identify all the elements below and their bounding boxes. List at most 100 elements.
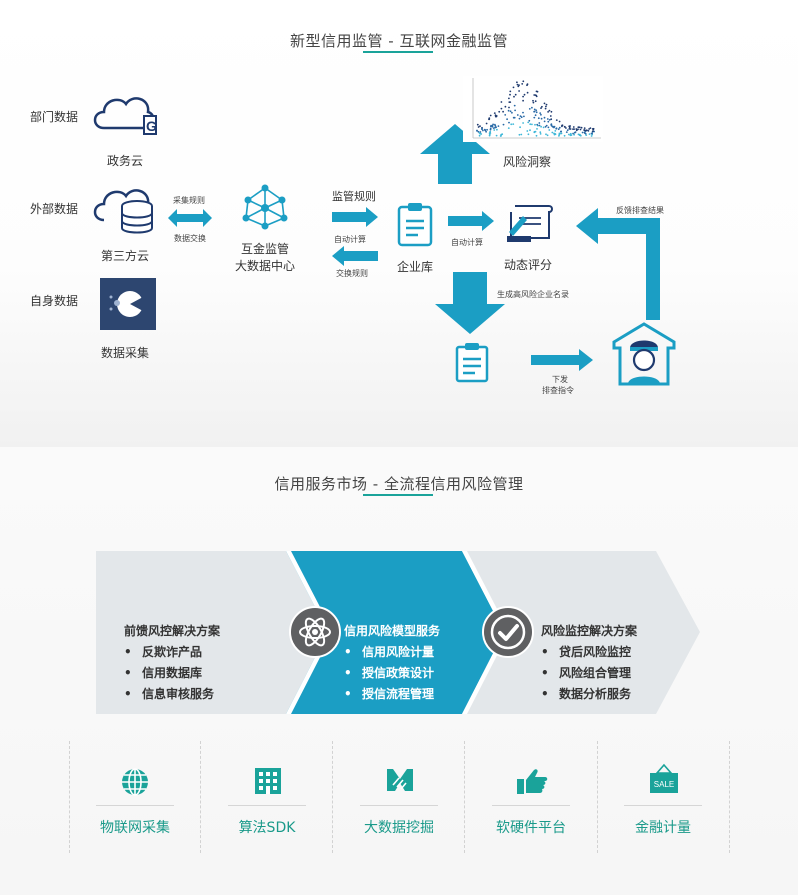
service-item: 风险组合管理 bbox=[541, 663, 637, 684]
scatter-dot bbox=[509, 101, 512, 103]
scatter-dot bbox=[502, 123, 505, 126]
scatter-dot bbox=[527, 133, 530, 136]
scatter-dot bbox=[572, 128, 574, 130]
scatter-dot bbox=[508, 97, 510, 100]
scatter-dot bbox=[528, 119, 531, 122]
scatter-dot bbox=[522, 99, 524, 102]
service-feedforward: 前馈风控解决方案 反欺诈产品 信用数据库 信息审核服务 bbox=[124, 621, 220, 705]
scatter-dot bbox=[572, 132, 574, 135]
scatter-dot bbox=[536, 90, 539, 93]
capability-label: 算法SDK bbox=[238, 820, 296, 836]
source-label-self: 自身数据 bbox=[30, 294, 79, 308]
scatter-dot bbox=[493, 112, 496, 114]
scatter-dot bbox=[579, 128, 582, 131]
scatter-dot bbox=[588, 133, 591, 135]
scatter-dot bbox=[587, 130, 590, 132]
scatter-dot bbox=[493, 129, 496, 131]
scatter-dot bbox=[500, 107, 503, 110]
scatter-dot bbox=[584, 132, 586, 134]
scatter-dot bbox=[485, 122, 488, 125]
scatter-dot bbox=[504, 114, 507, 116]
scatter-dot bbox=[502, 110, 504, 113]
scatter-dot bbox=[561, 124, 563, 127]
service-item: 授信流程管理 bbox=[344, 684, 440, 705]
capability-label: 物联网采集 bbox=[100, 820, 170, 836]
service-heading: 信用风险模型服务 bbox=[344, 624, 441, 638]
divider bbox=[96, 805, 174, 806]
scatter-dot bbox=[581, 131, 584, 134]
scatter-dot bbox=[492, 127, 495, 129]
scatter-dot bbox=[545, 105, 547, 108]
scatter-dot bbox=[533, 130, 536, 133]
scatter-dot bbox=[543, 116, 546, 119]
third-party-cloud-icon bbox=[93, 189, 153, 234]
label-feedback: 反馈排查结果 bbox=[616, 206, 664, 215]
scatter-dot bbox=[497, 125, 500, 127]
scatter-dot bbox=[558, 132, 561, 135]
scatter-dot bbox=[516, 81, 518, 84]
scatter-dot bbox=[521, 83, 524, 85]
service-item: 信息审核服务 bbox=[124, 684, 220, 705]
scatter-dot bbox=[558, 126, 561, 129]
source-name-data-collection: 数据采集 bbox=[100, 346, 150, 360]
scatter-dot bbox=[548, 129, 551, 131]
scatter-dot bbox=[522, 80, 525, 83]
scatter-dot bbox=[522, 111, 524, 114]
scatter-dot bbox=[592, 127, 595, 130]
scatter-dot bbox=[533, 108, 536, 111]
scatter-dot bbox=[565, 131, 568, 133]
divider bbox=[624, 805, 702, 806]
scatter-dot bbox=[558, 120, 561, 123]
scatter-dot bbox=[538, 124, 541, 127]
scatter-dot bbox=[511, 111, 513, 114]
service-heading: 前馈风控解决方案 bbox=[124, 624, 221, 638]
police-station-icon bbox=[612, 322, 676, 386]
scatter-dot bbox=[496, 128, 498, 131]
scatter-dot bbox=[533, 110, 535, 113]
scatter-dot bbox=[545, 103, 548, 106]
service-item: 贷后风险监控 bbox=[541, 642, 637, 663]
scatter-dot bbox=[478, 134, 481, 137]
source-name-third-party: 第三方云 bbox=[100, 249, 150, 263]
scatter-dot bbox=[536, 128, 538, 130]
scatter-dot bbox=[536, 123, 539, 126]
divider bbox=[332, 741, 333, 853]
scatter-dot bbox=[508, 106, 510, 109]
scatter-dot bbox=[534, 100, 537, 103]
center-name-line1: 互金监管 bbox=[240, 242, 290, 256]
scatter-dot bbox=[578, 134, 581, 137]
scatter-dot bbox=[509, 110, 512, 113]
scatter-dot bbox=[547, 120, 550, 123]
scatter-dot bbox=[572, 126, 575, 128]
divider bbox=[200, 741, 201, 853]
scatter-dot bbox=[555, 119, 558, 121]
scatter-dot bbox=[498, 110, 501, 113]
scatter-dot bbox=[495, 134, 498, 137]
scatter-dot bbox=[526, 130, 529, 132]
scatter-dot bbox=[534, 114, 537, 117]
scatter-dot bbox=[535, 95, 538, 98]
scatter-dot bbox=[518, 90, 520, 92]
capability-label: 大数据挖掘 bbox=[364, 820, 434, 836]
scatter-dot bbox=[509, 93, 511, 96]
gov-cloud-icon: G bbox=[93, 97, 157, 135]
right-arrow-icon bbox=[531, 349, 593, 371]
scatter-dot bbox=[486, 128, 488, 131]
svg-text:G: G bbox=[146, 118, 157, 134]
scatter-dot bbox=[583, 129, 586, 132]
node-enterprise-db: 企业库 bbox=[396, 260, 434, 274]
divider bbox=[360, 805, 438, 806]
service-item: 信用数据库 bbox=[124, 663, 220, 684]
scatter-dot bbox=[510, 123, 513, 126]
scatter-dot bbox=[523, 115, 525, 118]
scatter-dot bbox=[507, 127, 510, 129]
scatter-dot bbox=[577, 126, 580, 129]
label-collect-rules: 采集规则 bbox=[173, 196, 205, 205]
scatter-dot bbox=[543, 120, 546, 123]
scatter-dot bbox=[537, 117, 540, 120]
scatter-dot bbox=[529, 123, 532, 126]
scatter-dot bbox=[507, 109, 510, 112]
divider bbox=[492, 805, 570, 806]
scatter-dot bbox=[575, 128, 578, 130]
scatter-dot bbox=[547, 126, 550, 129]
